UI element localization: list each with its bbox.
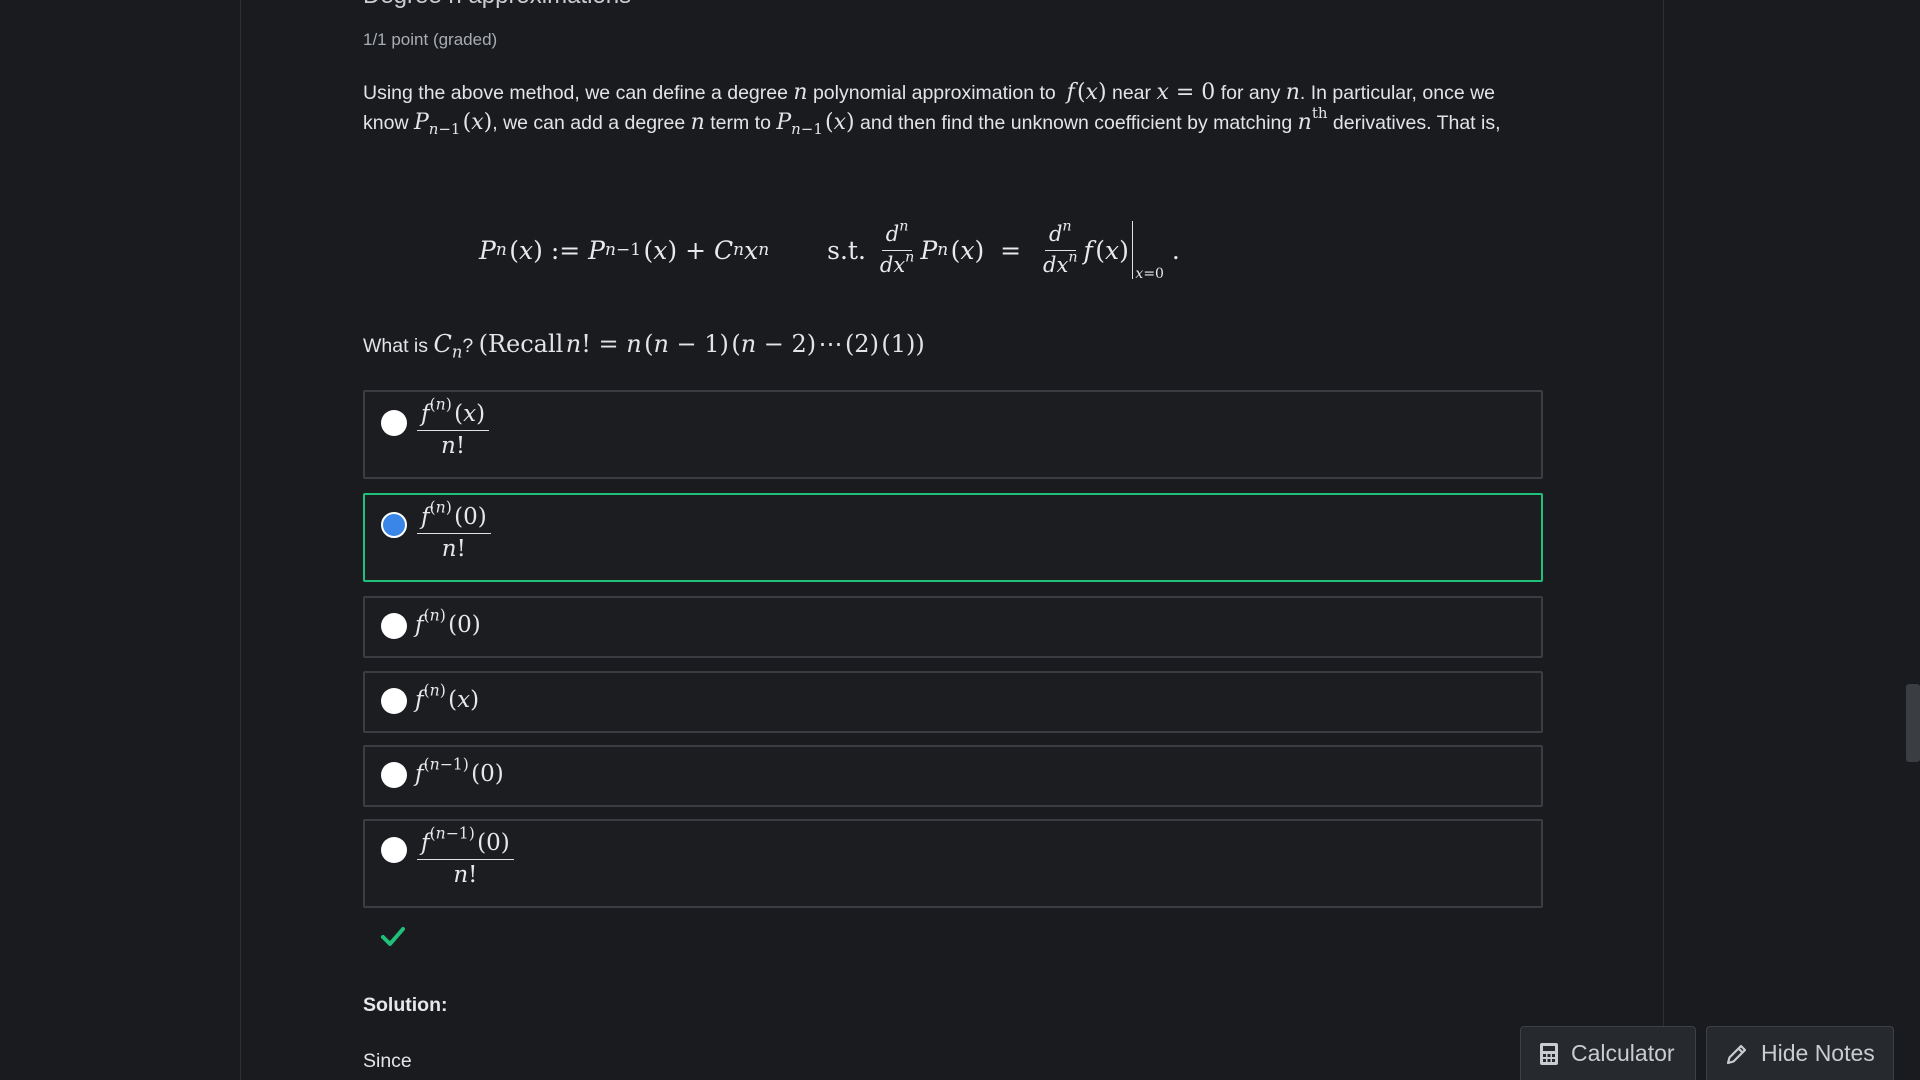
scrollbar-thumb[interactable]: [1906, 684, 1920, 762]
intro-text: near: [1106, 82, 1157, 104]
such-that-text: s.t.: [827, 235, 866, 265]
math-x-equals-0: x = 0: [1156, 80, 1216, 105]
answer-option-4[interactable]: f(n) (x): [363, 671, 1543, 733]
math-c-n: Cn: [433, 330, 463, 362]
math-n: n: [690, 110, 705, 135]
intro-text: derivatives. That is,: [1327, 112, 1501, 134]
pencil-icon: [1725, 1042, 1749, 1066]
problem-title: Degree n approximations: [363, 0, 631, 10]
intro-text: and then find the unknown coefficient by…: [854, 112, 1298, 134]
hide-notes-button[interactable]: Hide Notes: [1706, 1026, 1894, 1080]
answer-option-3[interactable]: f(n) (0): [363, 596, 1543, 658]
radio-button[interactable]: [381, 837, 407, 863]
answer-option-6[interactable]: f(n−1) (0) n!: [363, 819, 1543, 908]
points-label: 1/1 point (graded): [363, 30, 498, 49]
display-equation: Pn (x) := Pn−1 (x) + Cnxn s.t. dn dxn Pn …: [479, 218, 1180, 282]
derivative-operator: dn dxn: [1043, 218, 1078, 277]
page-right-border: [1663, 0, 1664, 1080]
option-math: f(n) (0) n!: [415, 499, 493, 563]
question-text: What is Cn? (Recall n! = n (n − 1) (n − …: [363, 330, 925, 362]
math-f-of-x: f (x): [1066, 80, 1107, 105]
math-n: n: [1285, 80, 1300, 105]
question-prefix: What is: [363, 335, 434, 357]
solution-label: Solution:: [363, 994, 448, 1016]
radio-button[interactable]: [381, 762, 407, 788]
intro-text: for any: [1215, 82, 1286, 104]
radio-button[interactable]: [381, 613, 407, 639]
evaluation-bar: [1131, 221, 1134, 279]
page-left-border: [240, 0, 241, 1080]
math-n-th: nth: [1297, 103, 1328, 135]
checkmark-icon: [381, 927, 405, 946]
calculator-button[interactable]: Calculator: [1520, 1026, 1696, 1080]
option-math: f(n) (x): [415, 680, 480, 713]
intro-text: , we can add a degree: [492, 112, 691, 134]
calculator-icon: [1539, 1042, 1559, 1066]
option-math: f(n) (x) n!: [415, 396, 491, 460]
radio-button[interactable]: [381, 410, 407, 436]
intro-text: term to: [704, 112, 777, 134]
calculator-label: Calculator: [1571, 1040, 1675, 1066]
math-p-n-minus-1: Pn−1 (x): [776, 110, 855, 139]
intro-paragraph: Using the above method, we can define a …: [363, 78, 1543, 138]
math-n: n: [793, 80, 808, 105]
math-p-n-minus-1: Pn−1 (x): [413, 110, 493, 139]
intro-text: Using the above method, we can define a …: [363, 82, 794, 104]
option-math: f(n−1) (0) n!: [415, 825, 516, 889]
radio-button[interactable]: [381, 688, 407, 714]
option-math: f(n) (0): [415, 605, 481, 638]
answer-option-2[interactable]: f(n) (0) n!: [363, 493, 1543, 582]
recall-text: Recall: [487, 330, 564, 358]
question-suffix: ?: [462, 335, 479, 357]
math-recall-factorial: (Recall n! = n (n − 1) (n − 2) ⋯ (2) (1)…: [478, 330, 925, 358]
solution-text: Since: [363, 1050, 412, 1072]
intro-text: polynomial approximation to: [807, 82, 1062, 104]
hide-notes-label: Hide Notes: [1761, 1040, 1875, 1066]
answer-option-5[interactable]: f(n−1) (0): [363, 745, 1543, 807]
answer-option-1[interactable]: f(n) (x) n!: [363, 390, 1543, 479]
radio-button-selected[interactable]: [381, 512, 407, 538]
option-math: f(n−1) (0): [415, 754, 504, 787]
derivative-operator: dn dxn: [879, 218, 915, 277]
